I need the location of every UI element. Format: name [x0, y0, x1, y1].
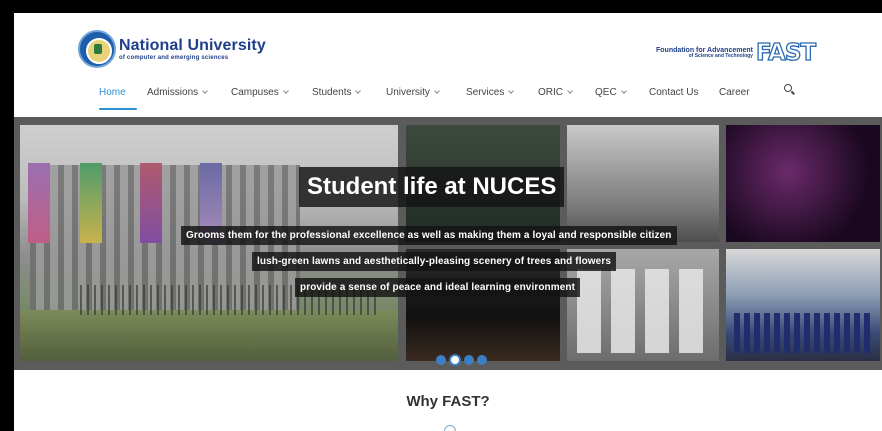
nav-qec-label: QEC [595, 87, 617, 98]
nav-oric[interactable]: ORIC [538, 87, 573, 98]
nav-oric-label: ORIC [538, 87, 563, 98]
chevron-down-icon [620, 88, 627, 94]
fast-mark: FAST [755, 39, 816, 66]
chevron-down-icon [202, 88, 208, 94]
nav-students[interactable]: Students [312, 87, 362, 98]
exhibition-boards [577, 269, 709, 353]
fast-logo-line2: of Science and Technology [688, 53, 753, 59]
logo-title: National University [119, 36, 266, 54]
hero-title: Student life at NUCES [299, 167, 565, 207]
section-heading: Why FAST? [406, 393, 490, 410]
fast-logo-text: Foundation for Advancement of Science an… [656, 47, 753, 59]
nav-campuses-label: Campuses [231, 87, 279, 98]
chevron-down-icon [567, 88, 573, 94]
search-icon[interactable] [784, 84, 796, 96]
chevron-down-icon [282, 88, 289, 94]
nav-contact-us[interactable]: Contact Us [649, 87, 698, 98]
university-seal-icon [78, 30, 116, 68]
nav-contact-label: Contact Us [649, 87, 699, 98]
chevron-down-icon [508, 88, 515, 94]
chevron-down-icon [355, 88, 362, 94]
slider-dot-4[interactable] [477, 355, 487, 365]
nav-career-label: Career [719, 87, 750, 98]
browser-page: National University of computer and emer… [14, 13, 882, 431]
nav-university-label: University [386, 87, 430, 98]
nav-services-label: Services [466, 87, 505, 98]
active-nav-underline [99, 108, 137, 110]
slider-dots [436, 354, 487, 366]
nav-home-label: Home [99, 87, 126, 98]
main-nav: Home Admissions Campuses Students Univer… [14, 82, 882, 112]
team-players [734, 313, 872, 353]
hero-caption-1: Grooms them for the professional excelle… [181, 226, 677, 245]
nav-university[interactable]: University [386, 87, 440, 98]
nav-services[interactable]: Services [466, 87, 515, 98]
hero-slider[interactable]: Student life at NUCES Grooms them for th… [14, 117, 882, 370]
campus-banner [140, 163, 162, 243]
fast-logo[interactable]: Foundation for Advancement of Science an… [656, 39, 817, 66]
university-logo[interactable]: National University of computer and emer… [78, 30, 266, 68]
search-icon-handle [791, 90, 795, 95]
logo-subtitle: of computer and emerging sciences [119, 54, 229, 61]
nav-admissions[interactable]: Admissions [147, 87, 208, 98]
chevron-down-icon [434, 88, 440, 94]
nav-home[interactable]: Home [99, 87, 126, 98]
nav-students-label: Students [312, 87, 352, 98]
logo-text: National University of computer and emer… [119, 36, 266, 61]
slider-dot-2[interactable] [449, 354, 461, 366]
nav-career[interactable]: Career [719, 87, 750, 98]
site-header: National University of computer and emer… [14, 13, 882, 117]
concert-photo [726, 125, 880, 242]
nav-qec[interactable]: QEC [595, 87, 627, 98]
section-marker-icon [444, 425, 456, 431]
campus-banner [80, 163, 102, 243]
slider-dot-1[interactable] [436, 355, 446, 365]
campus-lawn [20, 310, 398, 361]
nav-admissions-label: Admissions [147, 87, 199, 98]
hero-caption-3: provide a sense of peace and ideal learn… [295, 278, 581, 297]
slider-dot-3[interactable] [464, 355, 474, 365]
team-photo [726, 249, 880, 361]
basketball-photo [567, 125, 719, 242]
hero-caption-2: lush-green lawns and aesthetically-pleas… [252, 252, 616, 271]
nav-campuses[interactable]: Campuses [231, 87, 289, 98]
campus-banner [28, 163, 50, 243]
